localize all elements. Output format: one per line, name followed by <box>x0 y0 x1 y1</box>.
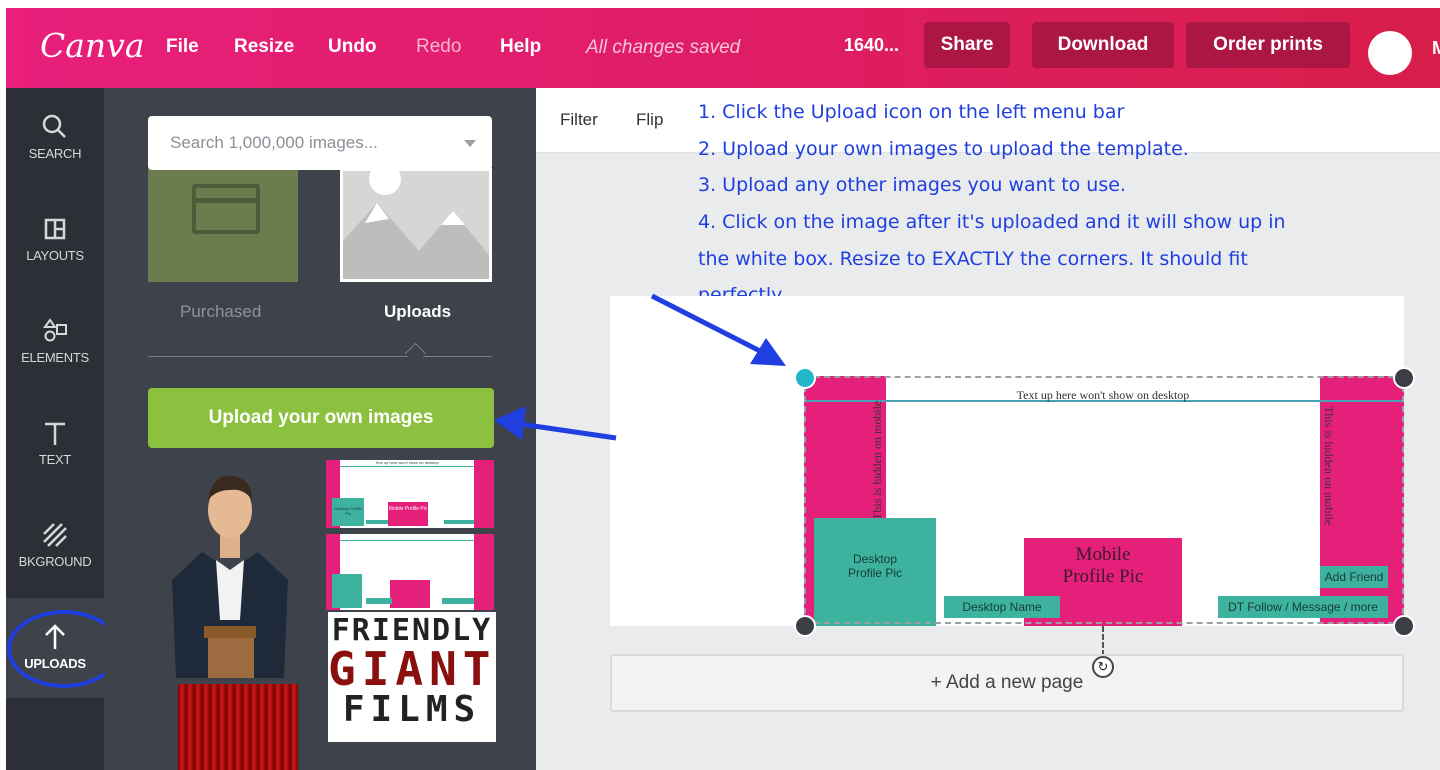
friendly-giant-films-logo[interactable]: FRIENDLY GIANT FILMS <box>328 612 496 742</box>
nav-background-label: BKGROUND <box>18 554 92 569</box>
tab-indicator <box>404 342 427 365</box>
nav-search[interactable]: SEARCH <box>6 88 104 190</box>
top-bar: Canva File Resize Undo Redo Help All cha… <box>6 8 1440 88</box>
instruction-1: 1. Click the Upload icon on the left men… <box>698 101 1125 123</box>
resize-handle-bottom-left[interactable] <box>794 615 816 637</box>
nav-text-label: TEXT <box>38 452 72 467</box>
elements-icon <box>43 318 67 342</box>
chevron-down-icon[interactable] <box>464 140 476 147</box>
resize-handle-top-left[interactable] <box>794 367 816 389</box>
nav-layouts-label: LAYOUTS <box>26 248 84 263</box>
user-name[interactable]: M <box>1432 38 1440 59</box>
card-stripe <box>196 198 256 203</box>
rotate-icon[interactable]: ↻ <box>1092 656 1114 678</box>
add-new-page-button[interactable]: + Add a new page <box>610 654 1404 712</box>
avatar[interactable] <box>1368 31 1412 75</box>
resize-menu[interactable]: Resize <box>234 36 294 58</box>
nav-elements[interactable]: ELEMENTS <box>6 292 104 394</box>
tab-divider <box>148 356 492 357</box>
file-menu[interactable]: File <box>166 36 199 58</box>
uploaded-photo-curtain[interactable] <box>178 684 298 770</box>
resize-handle-bottom-right[interactable] <box>1393 615 1415 637</box>
upload-own-images-button[interactable]: Upload your own images <box>148 388 494 448</box>
resize-handle-top-right[interactable] <box>1393 367 1415 389</box>
nav-text[interactable]: TEXT <box>6 394 104 496</box>
flip-button[interactable]: Flip <box>636 110 663 130</box>
instruction-notes: 1. Click the Upload icon on the left men… <box>698 94 1286 314</box>
help-menu[interactable]: Help <box>500 36 541 58</box>
search-icon <box>42 114 66 138</box>
uploaded-photo-person[interactable] <box>156 460 306 678</box>
thumb-desktop-pic: Desktop Profile Pic <box>334 506 362 516</box>
text-icon <box>45 422 65 445</box>
thumb-mobile-pic: Mobile Profile Pic <box>388 506 428 512</box>
nav-elements-label: ELEMENTS <box>21 350 89 365</box>
canva-logo[interactable]: Canva <box>40 26 145 65</box>
uploaded-template-thumb-1[interactable]: Text up here won't show on desktop Deskt… <box>326 460 494 528</box>
search-placeholder: Search 1,000,000 images... <box>170 133 378 152</box>
instruction-2: 2. Upload your own images to upload the … <box>698 137 1189 160</box>
nav-background[interactable]: BKGROUND <box>6 496 104 598</box>
instruction-3: 3. Upload any other images you want to u… <box>698 174 1126 197</box>
design-dimensions[interactable]: 1640... <box>844 35 899 56</box>
uploaded-template-thumb-2[interactable] <box>326 534 494 610</box>
order-prints-button[interactable]: Order prints <box>1186 22 1350 68</box>
redo-button[interactable]: Redo <box>416 36 461 58</box>
instruction-5: the white box. Resize to EXACTLY the cor… <box>698 247 1248 270</box>
undo-button[interactable]: Undo <box>328 36 377 58</box>
logo-line-friendly: FRIENDLY <box>331 613 493 648</box>
logo-line-giant: GIANT <box>328 642 497 696</box>
save-status: All changes saved <box>586 37 741 58</box>
download-button[interactable]: Download <box>1032 22 1174 68</box>
logo-line-films: FILMS <box>342 689 482 730</box>
nav-layouts[interactable]: LAYOUTS <box>6 190 104 292</box>
image-search-input[interactable]: Search 1,000,000 images... <box>148 116 492 170</box>
image-placeholder-icon <box>343 171 489 279</box>
tab-purchased[interactable]: Purchased <box>180 302 261 322</box>
rotate-connector <box>1102 626 1104 656</box>
card-icon <box>192 184 260 234</box>
share-button[interactable]: Share <box>924 22 1010 68</box>
background-icon <box>43 523 67 547</box>
selection-box <box>804 376 1404 624</box>
uploads-panel: Search 1,000,000 images... Purchased Upl… <box>104 88 536 770</box>
purchased-tile[interactable] <box>148 168 298 282</box>
layouts-icon <box>44 218 66 240</box>
nav-search-label: SEARCH <box>28 146 82 161</box>
uploads-tile[interactable] <box>340 168 492 282</box>
tab-uploads[interactable]: Uploads <box>384 302 451 322</box>
filter-button[interactable]: Filter <box>560 110 598 130</box>
instruction-4: 4. Click on the image after it's uploade… <box>698 210 1286 233</box>
thumb-caption: Text up here won't show on desktop <box>375 460 439 465</box>
